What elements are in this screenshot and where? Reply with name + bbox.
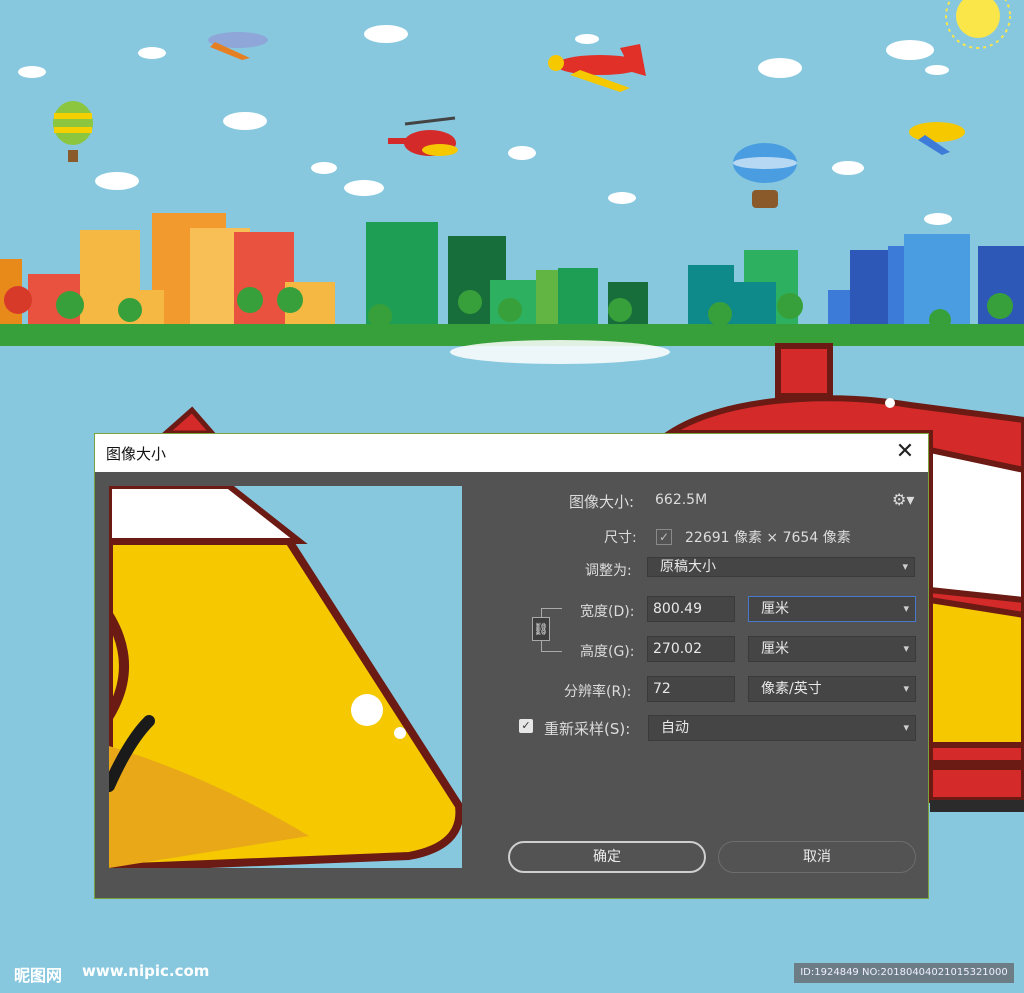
resolution-input[interactable]: 72 (647, 676, 735, 702)
dimensions-unit-toggle-icon[interactable]: ✓ (656, 529, 672, 545)
chevron-down-icon: ▾ (903, 602, 909, 615)
image-preview[interactable] (103, 483, 464, 873)
resolution-unit-value: 像素/英寸 (761, 681, 822, 697)
resolution-label: 分辨率(R): (564, 684, 632, 700)
chevron-down-icon: ▾ (903, 721, 909, 734)
dimensions-label: 尺寸: (604, 530, 637, 546)
resample-select[interactable]: 自动 ▾ (648, 715, 916, 741)
cancel-button[interactable]: 取消 (718, 841, 916, 873)
dialog-title: 图像大小 (106, 445, 167, 463)
fit-to-label: 调整为: (585, 563, 632, 579)
chevron-down-icon: ▾ (902, 560, 908, 573)
resolution-unit-select[interactable]: 像素/英寸 ▾ (748, 676, 916, 702)
image-size-label: 图像大小: (569, 493, 635, 511)
site-logo: 昵图网 (14, 966, 63, 985)
preview-image (103, 483, 464, 873)
image-size-dialog: 图像大小 ✕ 图像大小: 662.5M ⚙▾ 尺寸: ✓ 22691 像素 × … (94, 433, 929, 899)
close-icon[interactable]: ✕ (892, 439, 918, 465)
resample-label: 重新采样(S): (544, 720, 631, 738)
height-unit-select[interactable]: 厘米 ▾ (748, 636, 916, 662)
height-label: 高度(G): (580, 644, 635, 660)
width-unit-value: 厘米 (761, 601, 789, 617)
constrain-proportions-link-icon[interactable]: ⛓ (532, 617, 550, 641)
image-size-value: 662.5M (655, 492, 708, 508)
height-input[interactable]: 270.02 (647, 636, 735, 662)
ok-button[interactable]: 确定 (508, 841, 706, 873)
chevron-down-icon: ▾ (903, 682, 909, 695)
height-unit-value: 厘米 (761, 641, 789, 657)
image-id-watermark: ID:1924849 NO:20180404021015321000 (794, 963, 1014, 983)
width-label: 宽度(D): (580, 604, 635, 620)
fit-to-select[interactable]: 原稿大小 ▾ (647, 557, 915, 577)
resample-checkbox[interactable]: ✓ (519, 719, 533, 733)
gear-icon[interactable]: ⚙▾ (892, 490, 914, 509)
resample-value: 自动 (661, 720, 689, 736)
dimensions-value: 22691 像素 × 7654 像素 (685, 530, 851, 546)
fit-to-value: 原稿大小 (660, 559, 716, 575)
chevron-down-icon: ▾ (903, 642, 909, 655)
dialog-titlebar: 图像大小 ✕ (95, 434, 928, 472)
site-url: www.nipic.com (82, 962, 210, 980)
width-unit-select[interactable]: 厘米 ▾ (748, 596, 916, 622)
width-input[interactable]: 800.49 (647, 596, 735, 622)
